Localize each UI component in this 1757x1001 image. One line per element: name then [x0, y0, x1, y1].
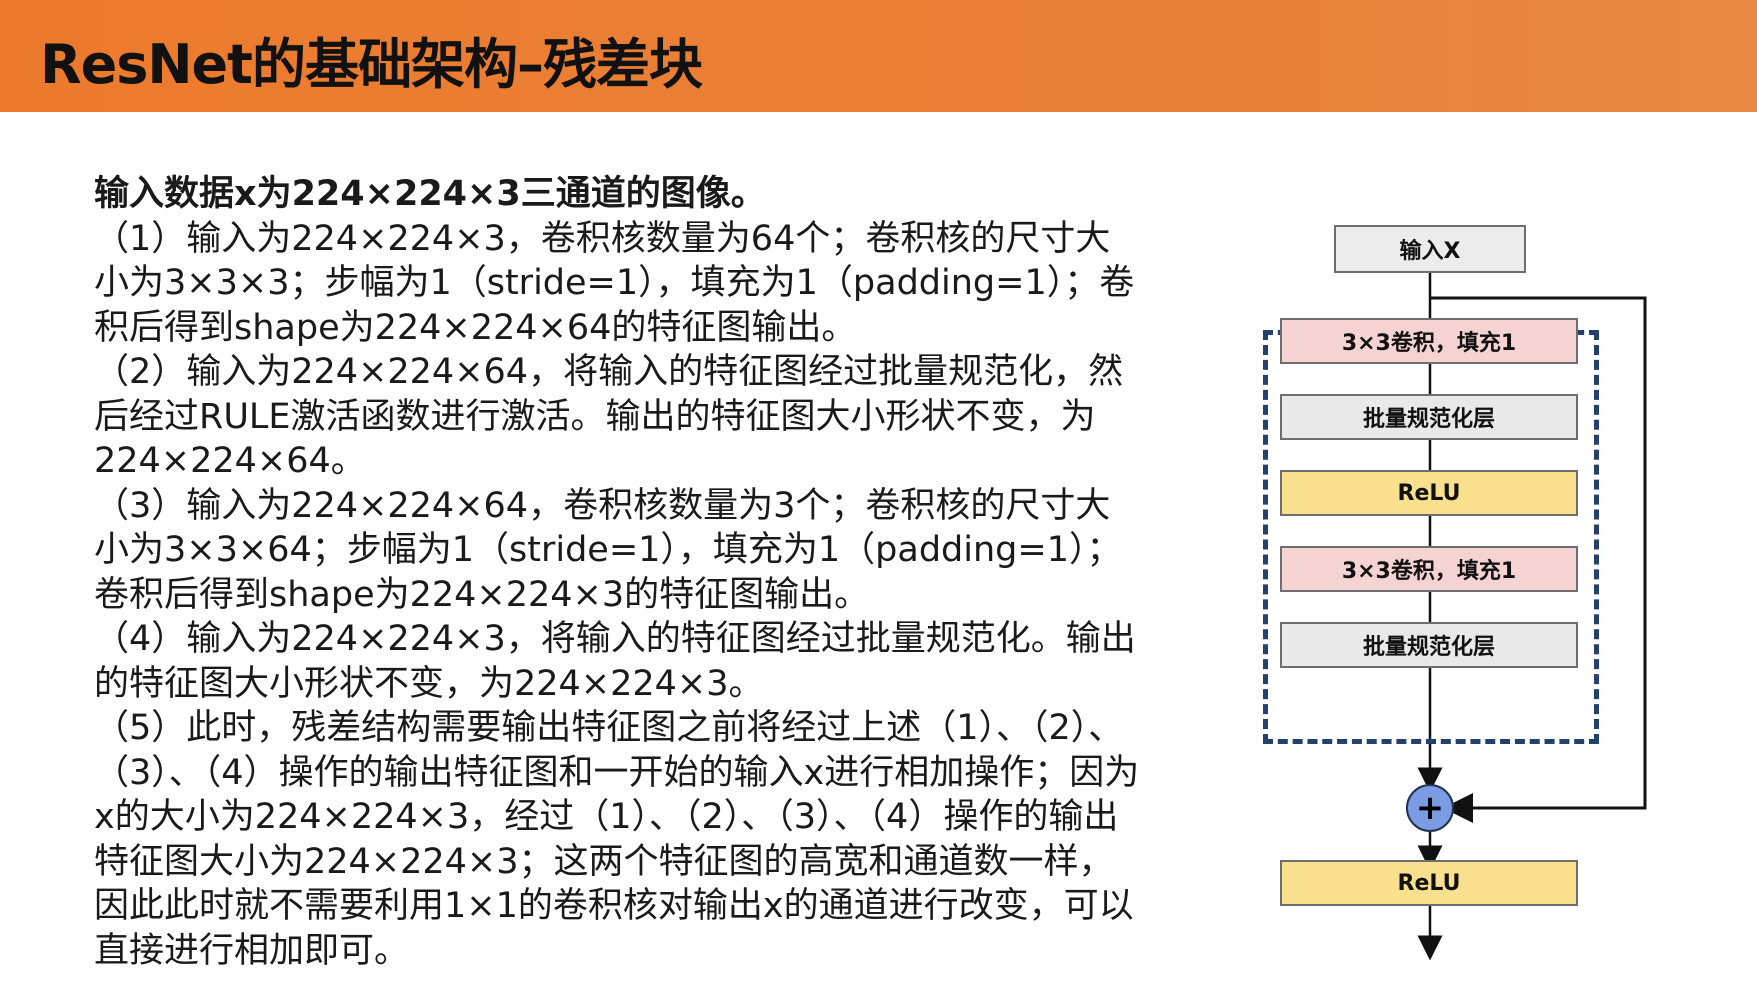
step-2-text: （2）输入为224×224×64，将输入的特征图经过批量规范化，然后经过RULE…	[94, 352, 1124, 481]
relu-output-box: ReLU	[1280, 860, 1578, 906]
residual-block-diagram: 输入X 3×3卷积，填充1 批量规范化层 ReLU 3×3卷积，填充1 批量规范…	[1240, 200, 1680, 980]
relu1-box: ReLU	[1280, 470, 1578, 516]
step-1-text: （1）输入为224×224×3，卷积核数量为64个；卷积核的尺寸大小为3×3×3…	[94, 218, 1135, 348]
step-5-text: （5）此时，残差结构需要输出特征图之前将经过上述（1）、（2）、（3）、（4）操…	[94, 708, 1140, 971]
slide-title: ResNet的基础架构–残差块	[40, 33, 703, 96]
lead-sentence: 输入数据x为224×224×3三通道的图像。	[94, 174, 766, 214]
explanation-text: 输入数据x为224×224×3三通道的图像。 （1）输入为224×224×3，卷…	[94, 172, 1144, 973]
add-operation-icon: +	[1406, 784, 1454, 832]
conv1-box: 3×3卷积，填充1	[1280, 318, 1578, 364]
step-4-text: （4）输入为224×224×3，将输入的特征图经过批量规范化。输出的特征图大小形…	[94, 619, 1136, 704]
residual-branch-group	[1263, 330, 1599, 744]
conv2-box: 3×3卷积，填充1	[1280, 546, 1578, 592]
batchnorm2-box: 批量规范化层	[1280, 622, 1578, 668]
step-3-text: （3）输入为224×224×64，卷积核数量为3个；卷积核的尺寸大小为3×3×6…	[94, 485, 1122, 615]
batchnorm1-box: 批量规范化层	[1280, 394, 1578, 440]
input-x-box: 输入X	[1334, 225, 1526, 273]
slide-header: ResNet的基础架构–残差块	[0, 0, 1757, 112]
